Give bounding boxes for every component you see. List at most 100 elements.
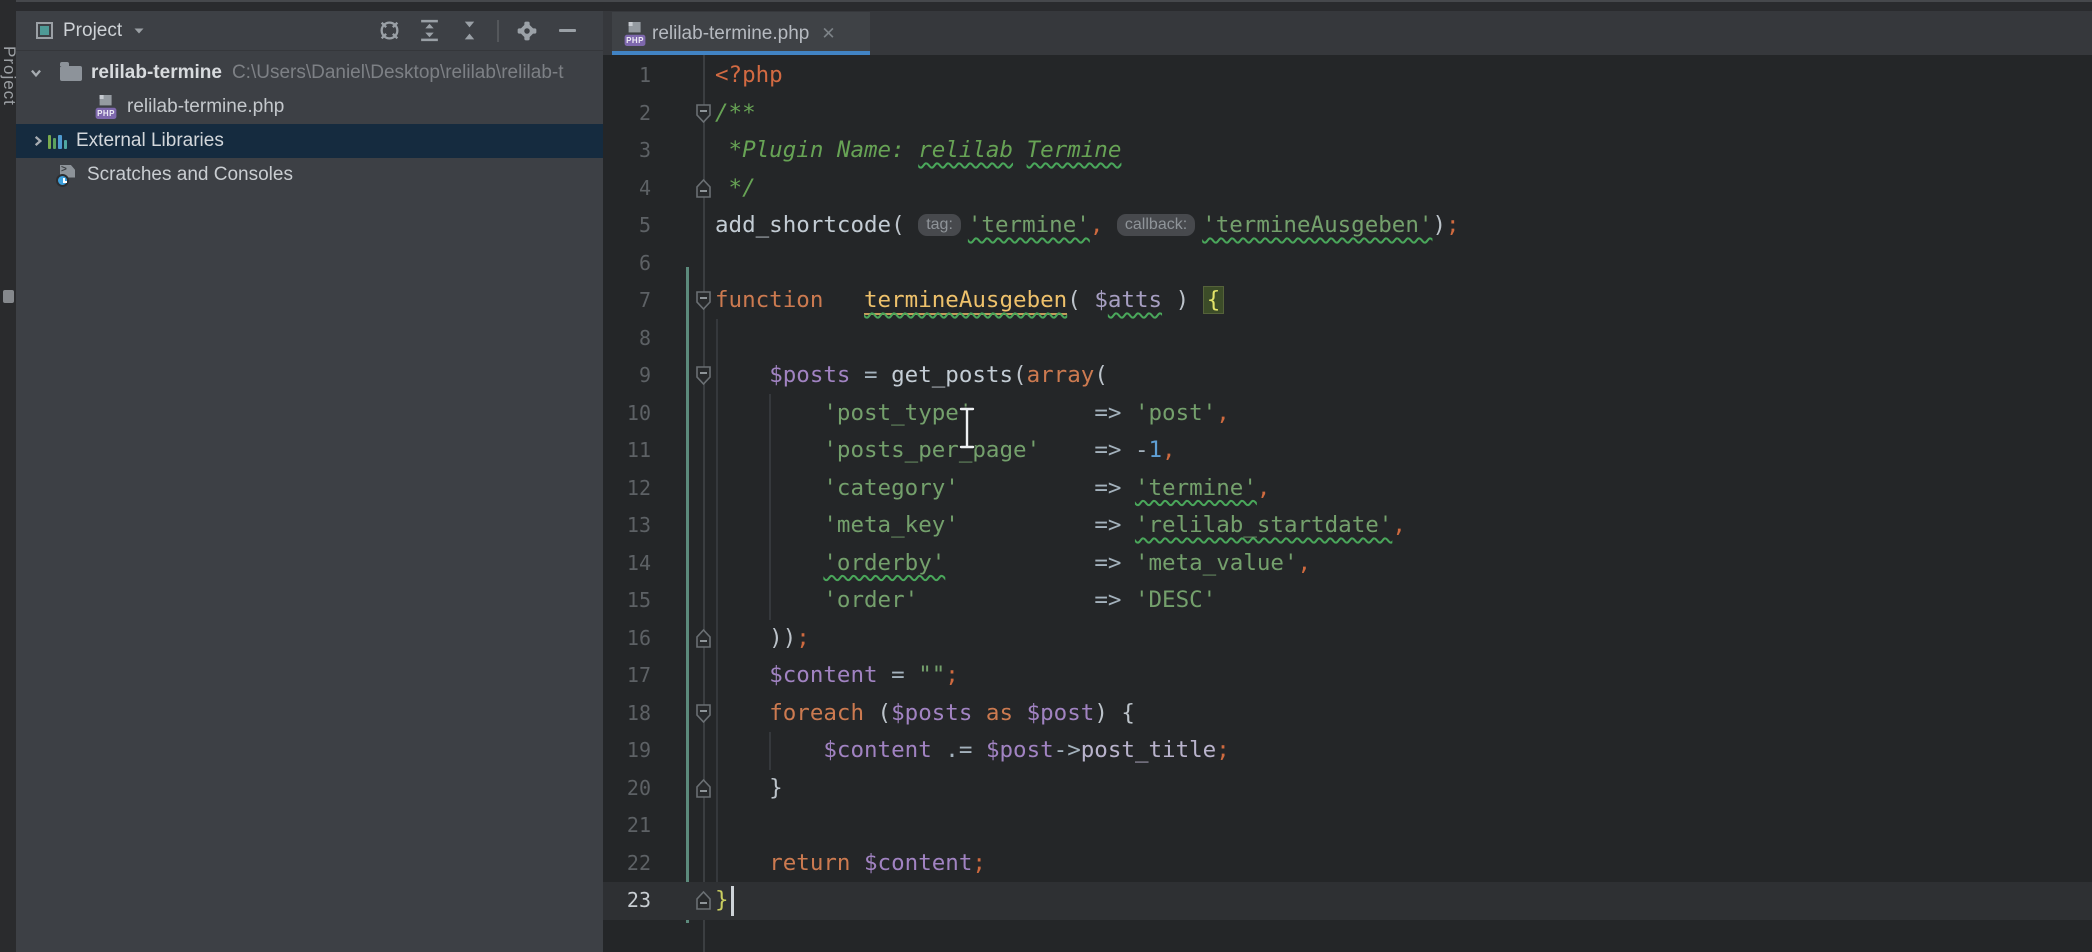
php-file-icon: PHP — [96, 95, 117, 119]
code-line[interactable]: 7 function termineAusgeben( $atts ) { — [603, 282, 2092, 320]
expand-all-icon — [418, 19, 441, 42]
code-line[interactable]: 1<?php — [603, 57, 2092, 95]
ide-window: Project Project — [0, 0, 2092, 952]
code-line[interactable]: 23} — [603, 882, 2092, 920]
code-line[interactable]: 9 $posts = get_posts(array( — [603, 357, 2092, 395]
tab-close-icon[interactable]: ✕ — [821, 24, 835, 44]
stripe-project-button[interactable]: Project — [0, 46, 19, 106]
code-text: return $content; — [715, 845, 986, 883]
line-number: 11 — [603, 432, 651, 470]
line-number: 22 — [603, 845, 651, 883]
scratches-icon: > — [56, 164, 79, 187]
code-line[interactable]: 18 foreach ($posts as $post) { — [603, 695, 2092, 733]
tree-item-label: External Libraries — [76, 130, 224, 152]
line-number: 19 — [603, 732, 651, 770]
libraries-icon — [48, 133, 67, 150]
tree-item-php-file[interactable]: PHP relilab-termine.php — [16, 90, 603, 124]
tree-item-external-libraries[interactable]: External Libraries — [16, 124, 603, 158]
inlay-hint-chip: callback: — [1117, 214, 1195, 236]
code-text: */ — [715, 170, 756, 208]
fold-marker-icon[interactable] — [696, 104, 711, 127]
fold-marker-icon[interactable] — [696, 179, 711, 202]
fold-marker-icon[interactable] — [696, 891, 711, 914]
project-panel-header: Project — [16, 11, 603, 51]
line-number: 12 — [603, 470, 651, 508]
code-text: 'orderby' => 'meta_value', — [715, 545, 1311, 583]
code-editor[interactable]: 1<?php2/**3 *Plugin Name: relilab Termin… — [603, 55, 2092, 952]
line-number: 13 — [603, 507, 651, 545]
code-line[interactable]: 3 *Plugin Name: relilab Termine — [603, 132, 2092, 170]
expand-all-button[interactable] — [417, 19, 441, 43]
text-caret — [731, 886, 734, 916]
code-line[interactable]: 13 'meta_key' => 'relilab_startdate', — [603, 507, 2092, 545]
code-text: *Plugin Name: relilab Termine — [715, 132, 1121, 170]
tree-item-scratches[interactable]: > Scratches and Consoles — [16, 158, 603, 192]
project-panel: Project — [16, 0, 603, 952]
code-line[interactable]: 2/** — [603, 95, 2092, 133]
code-text: 'order' => 'DESC' — [715, 582, 1216, 620]
code-line[interactable]: 6 — [603, 245, 2092, 283]
code-line[interactable]: 11 'posts_per_page' => -1, — [603, 432, 2092, 470]
line-number: 10 — [603, 395, 651, 433]
code-text: 'posts_per_page' => -1, — [715, 432, 1176, 470]
collapse-all-icon — [458, 19, 481, 42]
php-file-icon: PHP — [625, 22, 646, 46]
editor-area: PHP relilab-termine.php ✕ 1<?php2/**3 *P… — [603, 0, 2092, 952]
php-badge: PHP — [625, 34, 646, 45]
tab-label: relilab-termine.php — [652, 23, 809, 45]
line-number: 7 — [603, 282, 651, 320]
code-line[interactable]: 15 'order' => 'DESC' — [603, 582, 2092, 620]
line-number: 5 — [603, 207, 651, 245]
line-number: 6 — [603, 245, 651, 283]
code-line[interactable]: 17 $content = ""; — [603, 657, 2092, 695]
code-text: $posts = get_posts(array( — [715, 357, 1108, 395]
tab-relilab-termine-php[interactable]: PHP relilab-termine.php ✕ — [612, 12, 870, 55]
fold-marker-icon[interactable] — [696, 779, 711, 802]
code-line[interactable]: 20 } — [603, 770, 2092, 808]
collapse-all-button[interactable] — [457, 19, 481, 43]
locate-button[interactable] — [377, 19, 401, 43]
code-line[interactable]: 21 — [603, 807, 2092, 845]
tree-item-project-root[interactable]: relilab-termine C:\Users\Daniel\Desktop\… — [16, 56, 603, 90]
line-number: 1 — [603, 57, 651, 95]
hide-panel-button[interactable] — [555, 19, 579, 43]
toolbar-divider — [497, 20, 499, 42]
fold-marker-icon[interactable] — [696, 366, 711, 389]
code-text: 'category' => 'termine', — [715, 470, 1270, 508]
fold-marker-icon[interactable] — [696, 629, 711, 652]
code-lines: 1<?php2/**3 *Plugin Name: relilab Termin… — [603, 55, 2092, 952]
code-line[interactable]: 12 'category' => 'termine', — [603, 470, 2092, 508]
fold-marker-icon[interactable] — [696, 704, 711, 727]
code-text: 'meta_key' => 'relilab_startdate', — [715, 507, 1406, 545]
code-line[interactable]: 22 return $content; — [603, 845, 2092, 883]
code-line[interactable]: 8 — [603, 320, 2092, 358]
line-number: 20 — [603, 770, 651, 808]
settings-gear-icon — [516, 20, 538, 42]
line-number: 4 — [603, 170, 651, 208]
code-text: )); — [715, 620, 810, 658]
chevron-down-icon[interactable] — [132, 25, 146, 37]
code-text: $content = ""; — [715, 657, 959, 695]
code-line[interactable]: 10 'post_type' => 'post', — [603, 395, 2092, 433]
project-panel-title[interactable]: Project — [63, 20, 122, 42]
tree-item-label: relilab-termine.php — [127, 96, 284, 118]
code-text: function termineAusgeben( $atts ) { — [715, 282, 1224, 320]
fold-marker-icon[interactable] — [696, 291, 711, 314]
project-tree: relilab-termine C:\Users\Daniel\Desktop\… — [16, 56, 603, 192]
code-line[interactable]: 16 )); — [603, 620, 2092, 658]
line-number: 2 — [603, 95, 651, 133]
code-line[interactable]: 14 'orderby' => 'meta_value', — [603, 545, 2092, 583]
code-line[interactable]: 19 $content .= $post->post_title; — [603, 732, 2092, 770]
code-line[interactable]: 5add_shortcode( tag:'termine', callback:… — [603, 207, 2092, 245]
code-text: } — [715, 770, 783, 808]
code-line[interactable]: 4 */ — [603, 170, 2092, 208]
tree-item-label: relilab-termine — [91, 62, 222, 84]
settings-button[interactable] — [515, 19, 539, 43]
code-text: $content .= $post->post_title; — [715, 732, 1230, 770]
php-badge: PHP — [96, 108, 117, 119]
chevron-collapsed-icon[interactable] — [28, 131, 48, 151]
stripe-tool-icon[interactable] — [3, 290, 14, 303]
line-number: 21 — [603, 807, 651, 845]
chevron-expanded-icon[interactable] — [26, 63, 46, 83]
code-text: foreach ($posts as $post) { — [715, 695, 1135, 733]
